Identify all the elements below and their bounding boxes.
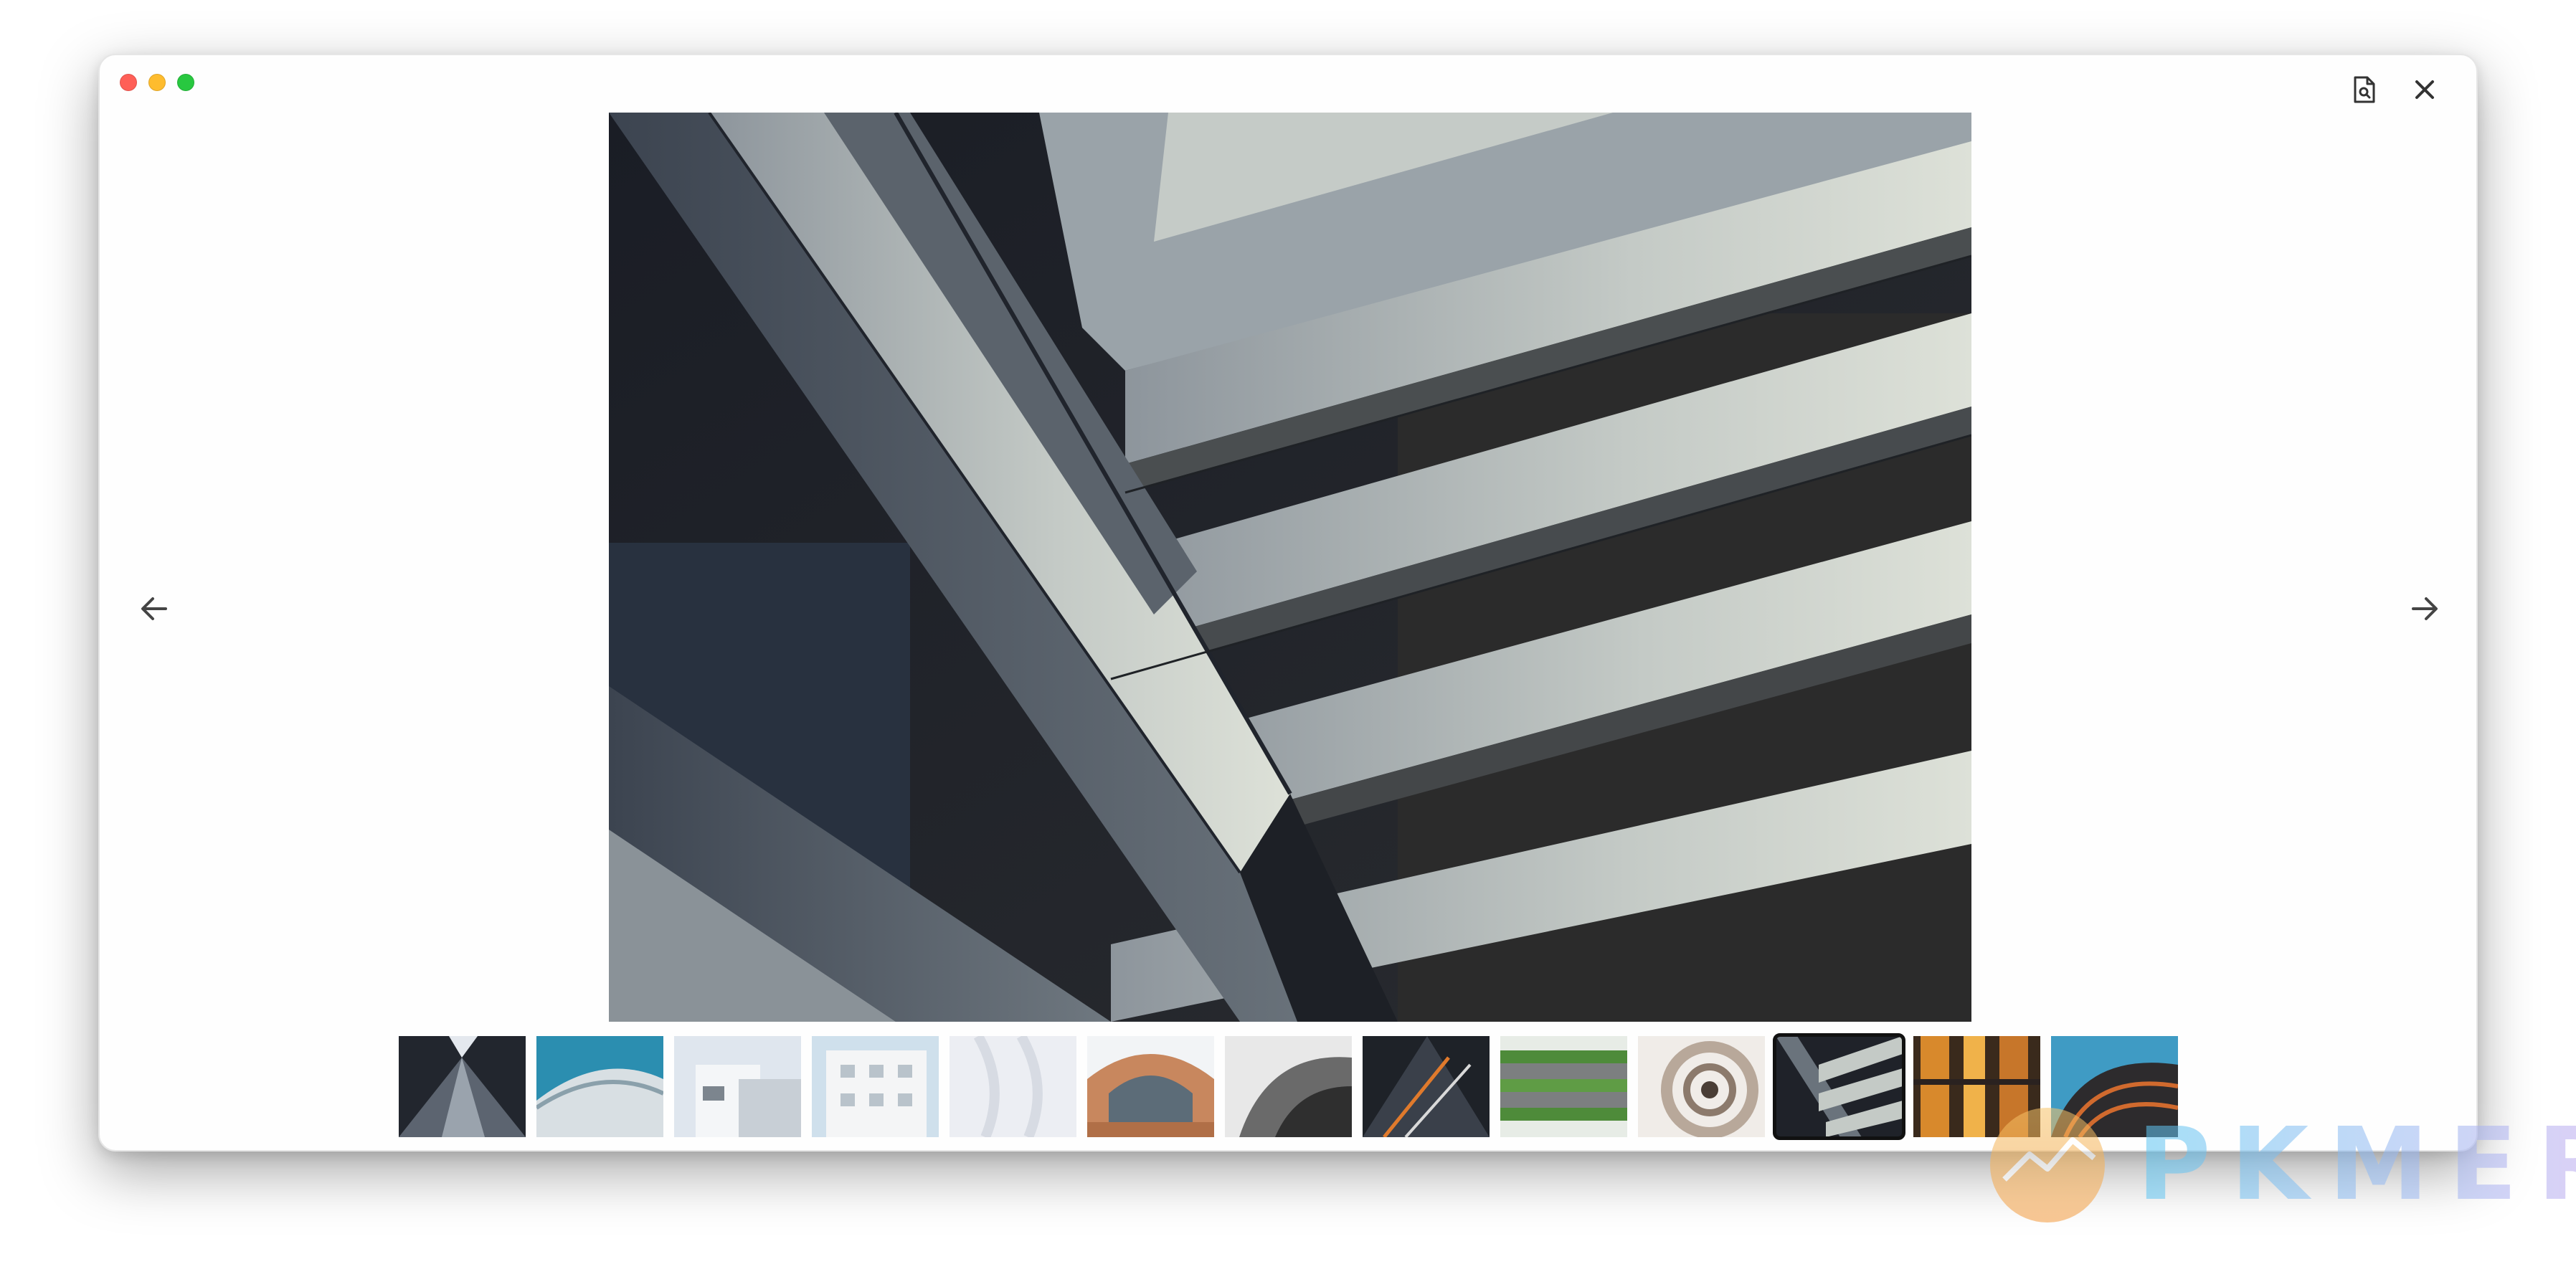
thumbnail-7[interactable] — [1225, 1036, 1352, 1137]
thumbnail-1[interactable] — [399, 1036, 526, 1137]
thumbnail-12[interactable] — [1913, 1036, 2040, 1137]
thumbnail-4[interactable] — [812, 1036, 939, 1137]
main-image-art — [609, 113, 1971, 1022]
thumbnail-13[interactable] — [2051, 1036, 2178, 1137]
thumbnail-6[interactable] — [1087, 1036, 1214, 1137]
window-minimize-light[interactable] — [148, 74, 166, 91]
document-search-icon — [2354, 76, 2375, 103]
thumbnail-2[interactable] — [536, 1036, 663, 1137]
window-zoom-light[interactable] — [177, 74, 194, 91]
thumbnail-3[interactable] — [674, 1036, 801, 1137]
document-search-button[interactable] — [2344, 70, 2385, 110]
next-image-button[interactable] — [2399, 583, 2450, 635]
thumbnail-5[interactable] — [950, 1036, 1076, 1137]
arrow-right-icon — [2412, 597, 2438, 620]
main-image — [609, 113, 1971, 1022]
window-close-light[interactable] — [120, 74, 137, 91]
thumbnail-strip — [399, 1033, 2178, 1140]
thumbnail-11-selected[interactable] — [1773, 1033, 1905, 1140]
image-viewer-window — [98, 54, 2478, 1152]
close-button[interactable] — [2405, 70, 2445, 110]
thumbnail-8[interactable] — [1363, 1036, 1490, 1137]
thumbnail-10[interactable] — [1638, 1036, 1765, 1137]
previous-image-button[interactable] — [128, 583, 180, 635]
window-traffic-lights — [120, 74, 194, 91]
close-icon — [2415, 80, 2434, 99]
thumbnail-9[interactable] — [1500, 1036, 1627, 1137]
arrow-left-icon — [141, 597, 167, 620]
desktop-stage: PKMER — [0, 0, 2576, 1282]
